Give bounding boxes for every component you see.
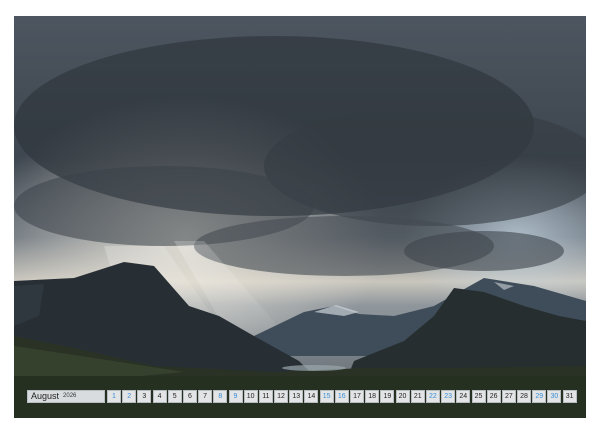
day-cells: 1 2 3 4 5 6 7 8 9 10 11 12 13 14 15 16 17 18 19 20 21 22 23 24 2…: [107, 390, 578, 405]
month-label: August 2026: [27, 390, 105, 403]
day-cell: 23: [441, 390, 456, 403]
day-cell: 28: [517, 390, 532, 403]
day-cell: 1: [107, 390, 121, 403]
day-cell: 14: [304, 390, 319, 403]
day-cell: 18: [365, 390, 380, 403]
day-cell: 25: [471, 390, 486, 403]
landscape-photo: [14, 16, 586, 418]
day-cell: 5: [167, 390, 182, 403]
day-cell: 16: [334, 390, 349, 403]
day-cell: 6: [182, 390, 197, 403]
day-cell: 13: [289, 390, 304, 403]
year-label: 2026: [63, 393, 77, 399]
day-cell: 8: [213, 390, 228, 403]
day-cell: 9: [228, 390, 243, 403]
day-cell: 24: [456, 390, 471, 403]
day-cell: 4: [152, 390, 167, 403]
day-cell: 22: [425, 390, 440, 403]
day-cell: 17: [350, 390, 364, 403]
day-cell: 30: [547, 390, 562, 403]
day-cell: 15: [319, 390, 334, 403]
day-cell: 12: [274, 390, 289, 403]
day-cell: 20: [395, 390, 410, 403]
day-cell: 2: [122, 390, 137, 403]
month-name: August: [31, 391, 60, 401]
day-cell: 29: [532, 390, 547, 403]
day-cell: 31: [562, 390, 577, 403]
day-cell: 11: [258, 390, 273, 403]
day-cell: 10: [243, 390, 258, 403]
day-cell: 7: [198, 390, 213, 403]
day-cell: 3: [137, 390, 152, 403]
calendar-strip: August 2026 1 2 3 4 5 6 7 8 9 10 11 12 13 14 15 16 17 18 1…: [27, 390, 578, 405]
day-cell: 26: [486, 390, 501, 403]
day-cell: 21: [410, 390, 425, 403]
day-cell: 19: [380, 390, 395, 403]
day-cell: 27: [501, 390, 516, 403]
